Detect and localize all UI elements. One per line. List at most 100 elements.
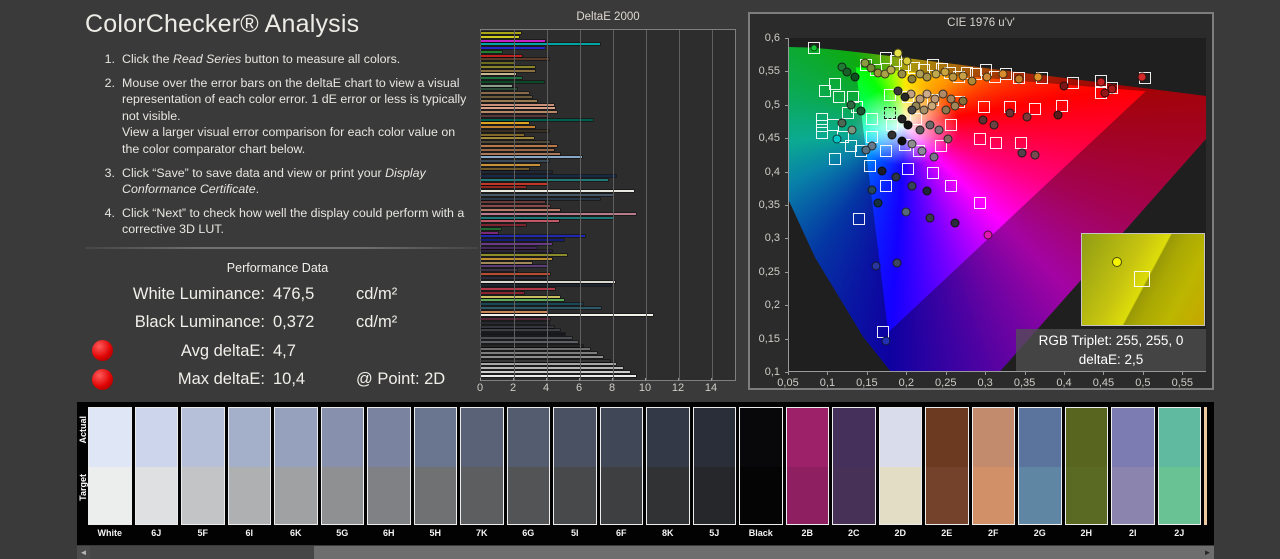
axis-tick — [579, 378, 580, 381]
cie-measured-point — [892, 172, 901, 181]
deltae-error-bar[interactable] — [481, 104, 554, 106]
deltae-error-bar[interactable] — [481, 62, 514, 64]
swatch-actual — [601, 408, 643, 467]
deltae-error-bar[interactable] — [481, 175, 616, 177]
deltae-error-bar[interactable] — [481, 254, 567, 256]
deltae-error-bar[interactable] — [481, 363, 616, 365]
deltae-error-bar[interactable] — [481, 145, 557, 147]
deltae-error-bar[interactable] — [481, 43, 600, 45]
deltae-error-bar[interactable] — [481, 119, 593, 121]
deltae-error-bar[interactable] — [481, 186, 526, 188]
deltae-error-bar[interactable] — [481, 307, 601, 309]
deltae-error-bar[interactable] — [481, 296, 560, 298]
axis-tick-label: 0,1 — [820, 377, 835, 389]
deltae-error-bar[interactable] — [481, 85, 512, 87]
deltae-error-bar[interactable] — [481, 318, 550, 320]
deltae-error-bar[interactable] — [481, 303, 583, 305]
deltae-error-bar[interactable] — [481, 356, 603, 358]
performance-row: Avg deltaE:4,7 — [85, 337, 480, 366]
swatch-actual — [880, 408, 922, 467]
cie-x-axis-labels: 0,050,10,150,20,250,30,350,40,450,50,55 — [788, 375, 1206, 389]
instructions-list: 1.Click the Read Series button to measur… — [85, 51, 480, 238]
deltae-error-bar[interactable] — [481, 179, 608, 181]
swatch-target — [787, 467, 829, 524]
deltae-error-bar[interactable] — [481, 235, 585, 237]
deltae-error-bar[interactable] — [481, 299, 564, 301]
deltae-error-bar[interactable] — [481, 81, 544, 83]
deltae-error-bar[interactable] — [481, 96, 532, 98]
deltae-error-bar[interactable] — [481, 224, 526, 226]
deltae-error-bar[interactable] — [481, 122, 529, 124]
swatch-actual — [1159, 408, 1201, 467]
deltae-error-bar[interactable] — [481, 55, 522, 57]
axis-tick-label: 2 — [510, 382, 516, 394]
deltae-error-bar[interactable] — [481, 156, 582, 158]
deltae-error-bar[interactable] — [481, 66, 535, 68]
deltae-error-bar[interactable] — [481, 288, 555, 290]
deltae-error-bar[interactable] — [481, 137, 534, 139]
deltae-error-bar[interactable] — [481, 153, 560, 155]
swatch-target — [926, 467, 968, 524]
deltae-error-bar[interactable] — [481, 333, 565, 335]
deltae-error-bar[interactable] — [481, 341, 578, 343]
deltae-error-bar[interactable] — [481, 262, 532, 264]
deltae-error-bar[interactable] — [481, 134, 524, 136]
deltae-error-bar[interactable] — [481, 292, 524, 294]
cie-measured-point — [851, 73, 860, 82]
deltae-error-bar[interactable] — [481, 92, 529, 94]
swatch-column — [228, 407, 272, 525]
deltae-error-bar[interactable] — [481, 371, 630, 373]
swatch-label: 6I — [228, 528, 272, 538]
cie-target-square — [927, 167, 939, 179]
deltae-error-bar[interactable] — [481, 348, 590, 350]
deltae-error-bar[interactable] — [481, 273, 550, 275]
deltae-error-bar[interactable] — [481, 239, 564, 241]
deltae-error-bar[interactable] — [481, 329, 560, 331]
deltae-error-bar[interactable] — [481, 326, 554, 328]
swatch-actual — [368, 408, 410, 467]
deltae-error-bar[interactable] — [481, 232, 498, 234]
deltae-error-bar[interactable] — [481, 269, 517, 271]
deltae-error-bar[interactable] — [481, 126, 535, 128]
deltae-error-bar[interactable] — [481, 247, 537, 249]
instruction-text: Mouse over the error bars on the deltaE … — [122, 75, 474, 158]
cie-measured-point — [1023, 113, 1032, 122]
deltae-error-bar[interactable] — [481, 171, 552, 173]
deltae-error-bar[interactable] — [481, 198, 600, 200]
swatch-actual — [89, 408, 131, 467]
deltae-error-bar[interactable] — [481, 345, 583, 347]
deltae-error-bar[interactable] — [481, 243, 552, 245]
deltae-error-bar[interactable] — [481, 205, 550, 207]
deltae-error-bar[interactable] — [481, 164, 540, 166]
deltae-error-bar[interactable] — [481, 107, 555, 109]
deltae-error-bar[interactable] — [481, 314, 653, 316]
deltae-error-bar[interactable] — [481, 73, 516, 75]
deltae-error-bar[interactable] — [481, 100, 537, 102]
deltae-error-bar[interactable] — [481, 337, 572, 339]
cie-measured-point — [862, 145, 871, 154]
deltae-error-bar[interactable] — [481, 70, 535, 72]
deltae-error-bar[interactable] — [481, 209, 560, 211]
deltae-error-bar[interactable] — [481, 88, 517, 90]
scrollbar-left-arrow-icon[interactable]: ◄ — [77, 546, 90, 559]
scrollbar-thumb[interactable] — [90, 546, 314, 559]
swatch-actual — [647, 408, 689, 467]
deltae-error-bar[interactable] — [481, 111, 557, 113]
deltae-error-bar[interactable] — [481, 149, 554, 151]
deltae-error-bar[interactable] — [481, 258, 552, 260]
cie-target-square — [945, 180, 957, 192]
scrollbar-right-arrow-icon[interactable]: ► — [1201, 546, 1214, 559]
comparator-scrollbar[interactable]: ◄ ► — [77, 546, 1214, 559]
cie-measured-point — [1031, 151, 1040, 160]
cie-measured-point — [923, 73, 932, 82]
deltae-error-bar[interactable] — [481, 141, 550, 143]
deltae-error-bar[interactable] — [481, 168, 529, 170]
deltae-error-bar[interactable] — [481, 228, 501, 230]
deltae-error-bar[interactable] — [481, 360, 610, 362]
deltae-error-bar[interactable] — [481, 367, 623, 369]
deltae-error-bar[interactable] — [481, 190, 634, 192]
deltae-error-bar[interactable] — [481, 77, 522, 79]
deltae-error-bar[interactable] — [481, 250, 552, 252]
deltae-error-bar[interactable] — [481, 51, 502, 53]
swatch-actual — [973, 408, 1015, 467]
